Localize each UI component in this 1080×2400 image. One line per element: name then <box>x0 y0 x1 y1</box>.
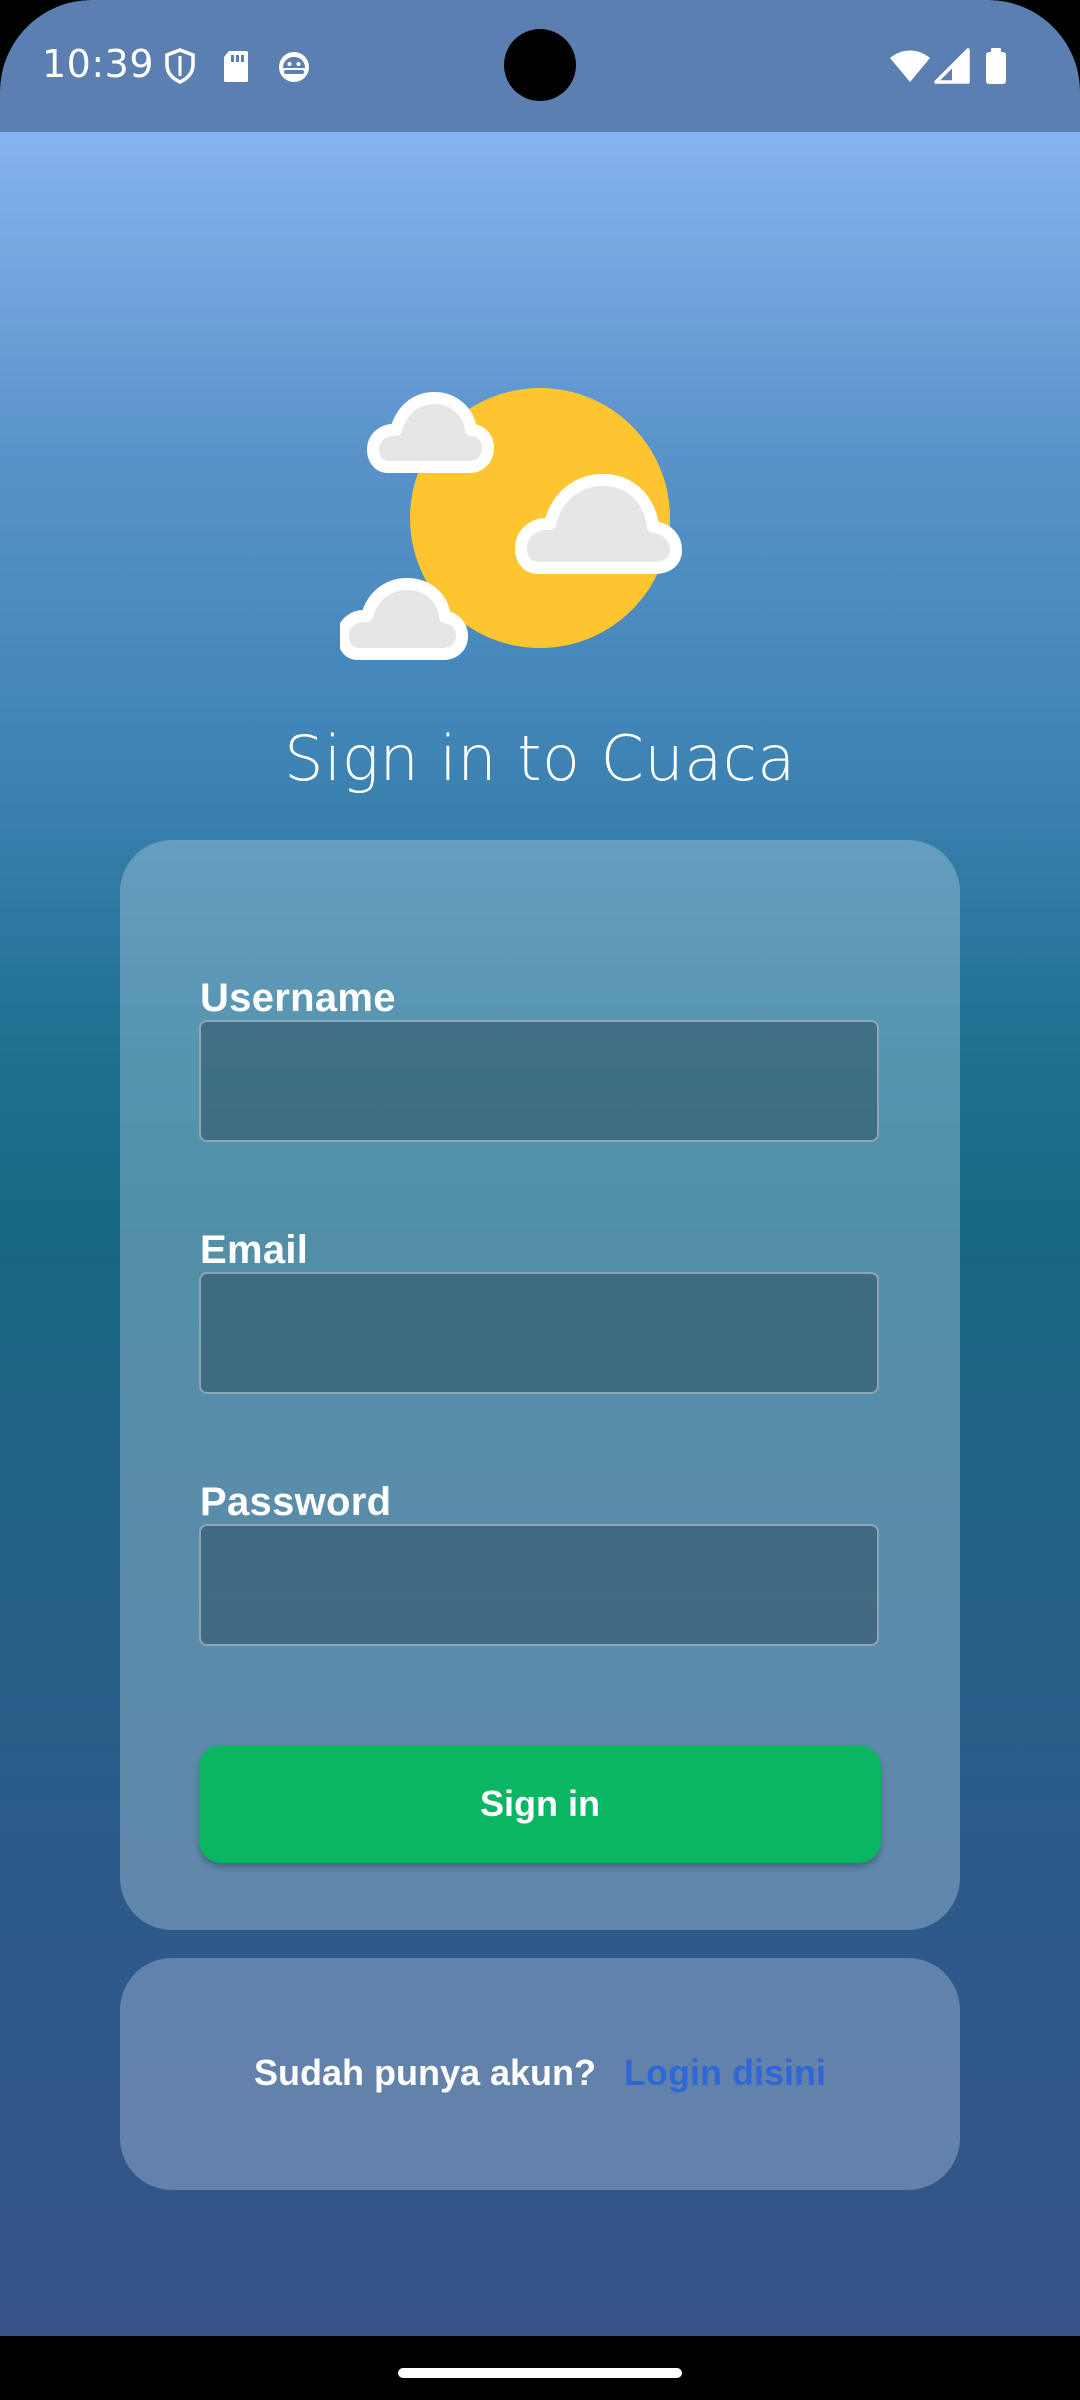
login-prompt-text: Sudah punya akun? <box>253 2052 597 2093</box>
login-prompt: Sudah punya akun? Login disini <box>120 2052 960 2094</box>
email-label: Email <box>200 1228 309 1272</box>
password-input[interactable] <box>199 1524 879 1646</box>
android-debug-icon <box>279 52 309 82</box>
page-title: Sign in to Cuaca <box>284 722 796 795</box>
shield-icon <box>165 48 195 84</box>
sun-clouds-weather-icon <box>340 388 682 660</box>
sign-in-form-card: Username Email Password Sign in <box>120 840 960 1930</box>
sign-in-screen: Sign in to Cuaca Username Email Password… <box>0 132 1080 2336</box>
navigation-bar <box>0 2336 1080 2400</box>
status-bar: 10:39 <box>0 0 1080 132</box>
sign-in-button[interactable]: Sign in <box>199 1745 881 1863</box>
wifi-icon <box>890 50 930 82</box>
password-label: Password <box>200 1480 392 1524</box>
status-time: 10:39 <box>42 42 155 86</box>
username-input[interactable] <box>199 1020 879 1142</box>
cell-signal-icon <box>934 48 970 84</box>
login-link[interactable]: Login disini <box>624 2052 826 2093</box>
front-camera <box>504 29 576 101</box>
username-label: Username <box>200 976 396 1020</box>
login-prompt-card: Sudah punya akun? Login disini <box>120 1958 960 2190</box>
email-input[interactable] <box>199 1272 879 1394</box>
home-gesture-handle[interactable] <box>398 2368 682 2378</box>
sd-card-icon <box>224 51 248 82</box>
phone-screen: 10:39 Sign in to Cuaca Username Email Pa… <box>0 0 1080 2400</box>
battery-icon <box>986 48 1006 84</box>
